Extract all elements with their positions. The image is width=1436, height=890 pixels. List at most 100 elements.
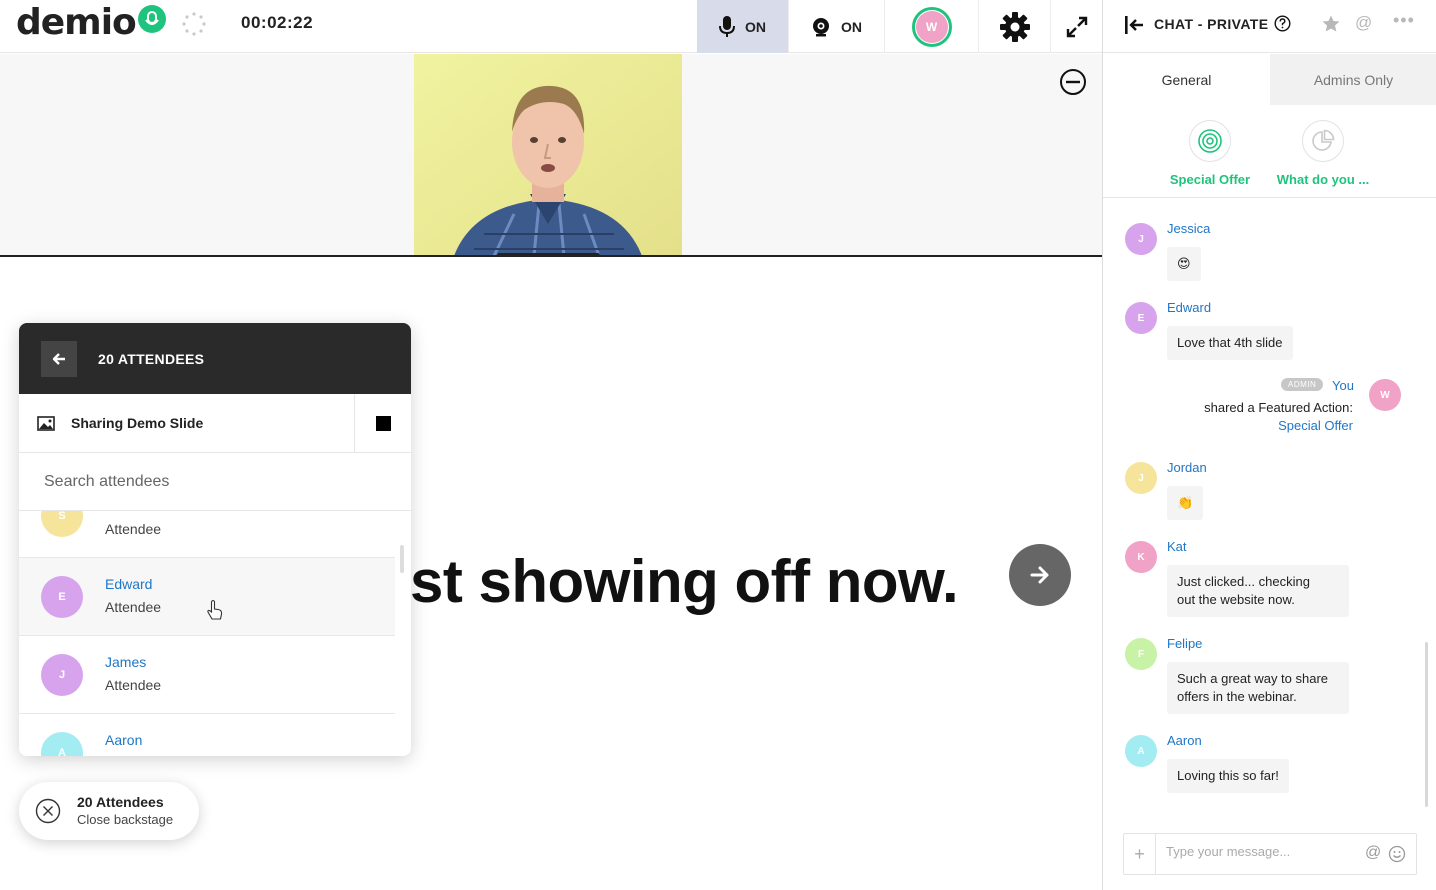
message-author[interactable]: Felipe: [1167, 636, 1202, 651]
attendee-name[interactable]: James: [105, 654, 146, 670]
message-avatar: J: [1125, 462, 1157, 494]
attendee-role: Attendee: [105, 677, 162, 693]
more-options-icon[interactable]: •••: [1393, 10, 1415, 31]
mouse-pointer-icon: [207, 600, 223, 620]
message-avatar: W: [1369, 379, 1401, 411]
demio-logo: demio: [16, 1, 166, 43]
chat-messages: J Jessica 😍 E Edward Love that 4th slide…: [1103, 199, 1436, 819]
attendee-item[interactable]: A Aaron: [19, 714, 395, 756]
message-text: Such a great way to share offers in the …: [1167, 662, 1349, 714]
tab-general[interactable]: General: [1103, 54, 1270, 105]
backstage-toast[interactable]: 20 Attendees Close backstage: [19, 782, 199, 840]
toast-subtitle: Close backstage: [77, 812, 174, 827]
demio-webinar-app: demio 00:02:22 ON ON W st showing off no…: [0, 0, 1436, 890]
special-offer-action[interactable]: Special Offer: [1155, 106, 1265, 187]
attendee-avatar: S: [41, 511, 83, 537]
emoji-icon[interactable]: [1388, 845, 1406, 863]
attendees-header: 20 ATTENDEES: [19, 323, 411, 394]
microphone-toggle-button[interactable]: ON: [697, 0, 788, 53]
attendee-search-row: [19, 453, 411, 511]
image-icon: [37, 415, 55, 431]
fullscreen-button[interactable]: [1050, 0, 1103, 53]
message-line: offers in the webinar.: [1177, 689, 1297, 704]
attendee-avatar: E: [41, 576, 83, 618]
attendee-item[interactable]: S Attendee: [19, 511, 395, 558]
microphone-status: ON: [745, 18, 766, 35]
attendees-panel: 20 ATTENDEES Sharing Demo Slide S Attend…: [19, 323, 411, 756]
message-avatar: E: [1125, 302, 1157, 334]
message-text: shared a Featured Action:: [1204, 400, 1353, 415]
message-text: 👏: [1167, 486, 1204, 520]
attendee-avatar: A: [41, 732, 83, 756]
mentions-icon[interactable]: @: [1355, 13, 1372, 33]
pie-chart-icon: [1302, 120, 1344, 162]
add-attachment-button[interactable]: +: [1124, 834, 1156, 874]
special-offer-label: Special Offer: [1169, 172, 1251, 187]
video-strip: [0, 54, 1102, 256]
attendee-role: Attendee: [105, 521, 162, 537]
message-author[interactable]: Kat: [1167, 539, 1187, 554]
message-author[interactable]: Jessica: [1167, 221, 1210, 236]
presenter-video-frame: [414, 54, 682, 256]
chat-tabs: General Admins Only: [1103, 54, 1436, 105]
sharing-label: Sharing Demo Slide: [71, 415, 204, 431]
microphone-icon: [719, 15, 735, 37]
search-attendees-input[interactable]: [44, 472, 374, 491]
attendee-name[interactable]: Aaron: [105, 732, 142, 748]
connection-status-icon: [182, 12, 206, 36]
attendee-name[interactable]: Edward: [105, 576, 152, 592]
tab-admins-only[interactable]: Admins Only: [1270, 54, 1436, 105]
poll-label: What do you ...: [1276, 172, 1370, 187]
back-button[interactable]: [41, 340, 77, 377]
attendee-item[interactable]: J James Attendee: [19, 636, 395, 714]
collapse-sidebar-icon[interactable]: [1123, 14, 1145, 36]
arrow-right-icon: [1030, 566, 1049, 584]
attendee-item[interactable]: E Edward Attendee: [19, 558, 395, 636]
logo-badge-icon: [137, 5, 166, 33]
message-line: out the website now.: [1177, 592, 1295, 607]
settings-button[interactable]: [978, 0, 1050, 53]
message-line: Just clicked... checking: [1177, 574, 1310, 589]
message-author: You: [1332, 378, 1354, 393]
stop-icon: [375, 416, 391, 431]
webcam-icon: [813, 17, 829, 36]
attendee-list-scrollbar[interactable]: [400, 545, 404, 573]
session-timer: 00:02:22: [241, 13, 314, 32]
chat-sidebar: CHAT - PRIVATE @ ••• General Admins Only: [1102, 0, 1436, 890]
poll-action[interactable]: What do you ...: [1268, 106, 1378, 187]
next-slide-button[interactable]: [1009, 544, 1071, 606]
message-author[interactable]: Aaron: [1167, 733, 1202, 748]
sharing-status-row: Sharing Demo Slide: [19, 394, 411, 453]
presenter-video[interactable]: [414, 54, 682, 256]
camera-toggle-button[interactable]: ON: [788, 0, 884, 53]
message-avatar: F: [1125, 638, 1157, 670]
message-text: Just clicked... checking out the website…: [1167, 565, 1349, 617]
message-composer: + @: [1123, 833, 1417, 875]
top-bar: demio 00:02:22 ON ON W: [0, 0, 1103, 53]
message-author[interactable]: Jordan: [1167, 460, 1207, 475]
attendee-avatar: J: [41, 654, 83, 696]
message-text: Loving this so far!: [1167, 759, 1289, 793]
featured-actions: Special Offer What do you ...: [1103, 106, 1436, 198]
user-avatar-initial: W: [915, 10, 948, 43]
arrow-left-icon: [52, 352, 65, 365]
user-avatar: W: [911, 6, 952, 47]
message-author[interactable]: Edward: [1167, 300, 1211, 315]
mention-icon[interactable]: @: [1365, 844, 1381, 862]
attendee-role: Attendee: [105, 599, 162, 615]
user-profile-button[interactable]: W: [884, 0, 978, 53]
message-input[interactable]: [1166, 844, 1356, 859]
admin-badge: ADMIN: [1281, 378, 1324, 391]
help-icon[interactable]: [1274, 15, 1291, 32]
stop-sharing-button[interactable]: [354, 394, 411, 453]
message-line: Such a great way to share: [1177, 671, 1329, 686]
star-icon[interactable]: [1321, 14, 1341, 34]
slide-text: st showing off now.: [410, 548, 959, 615]
message-avatar: A: [1125, 735, 1157, 767]
featured-action-link[interactable]: Special Offer: [1253, 418, 1353, 433]
expand-icon: [1066, 16, 1088, 37]
close-backstage-icon[interactable]: [35, 798, 61, 824]
chat-scrollbar[interactable]: [1425, 642, 1428, 807]
logo-text: demio: [16, 1, 137, 43]
minimize-video-button[interactable]: [1059, 68, 1087, 96]
